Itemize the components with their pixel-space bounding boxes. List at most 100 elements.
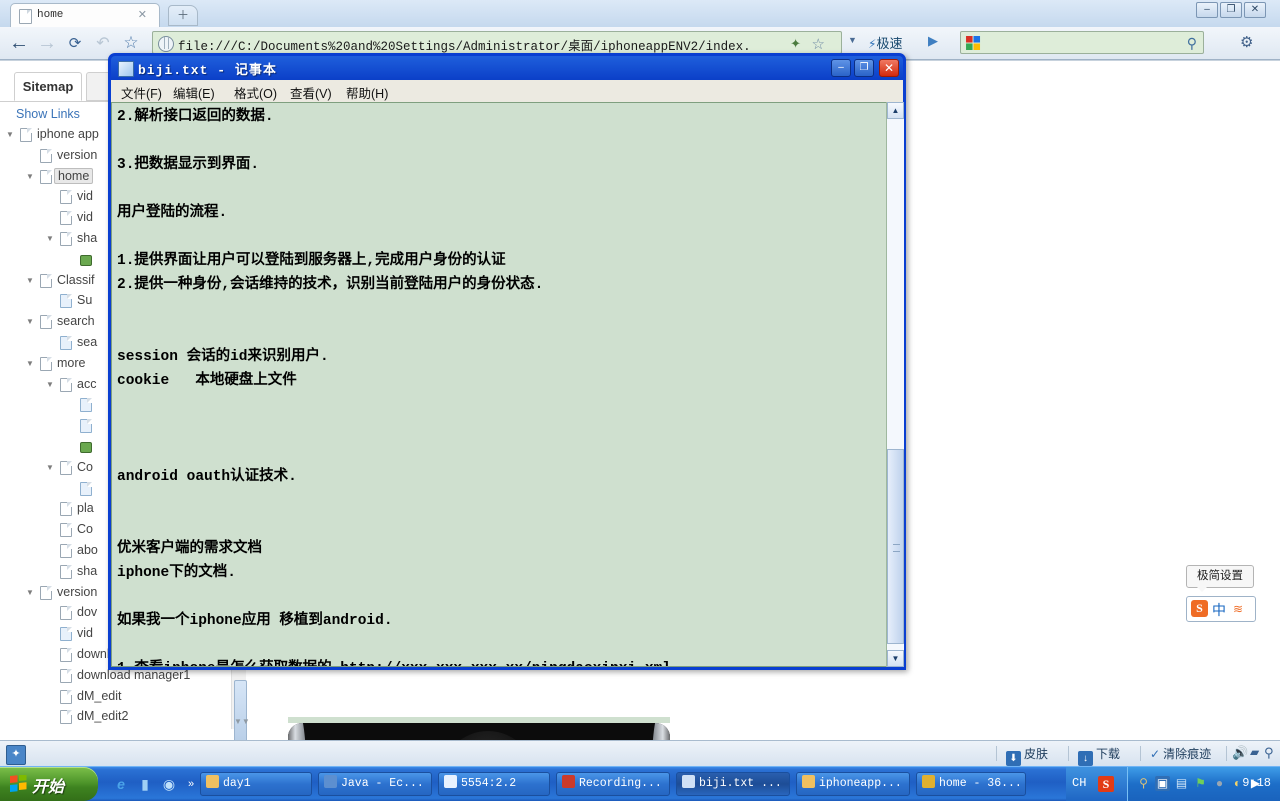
sitemap-tree-item[interactable]: dM_edit [0,687,248,708]
notepad-menu-bar: 文件(F) 编辑(E) 格式(O) 查看(V) 帮助(H) [111,80,903,103]
tree-twisty-icon[interactable]: ▼ [46,380,55,389]
page-icon [40,148,52,163]
tree-item-label: Co [77,459,93,474]
page-icon [40,585,52,600]
taskbar-button-label: biji.txt ... [699,777,782,790]
menu-edit[interactable]: 编辑(E) [173,83,215,102]
sogou-mode-label[interactable]: 中 [1212,600,1226,620]
server-icon [80,441,92,453]
notepad-window[interactable]: biji.txt - 记事本 – ❐ ✕ 文件(F) 编辑(E) 格式(O) 查… [108,53,906,670]
tree-twisty-icon[interactable]: ▼ [6,130,15,139]
tree-twisty-icon[interactable]: ▼ [26,317,35,326]
address-bar[interactable]: file:///C:/Documents%20and%20Settings/Ad… [152,31,842,54]
back-button[interactable]: ← [8,33,30,53]
tree-item-label: search [57,314,95,329]
scroll-down-icon[interactable]: ▼ [887,650,904,667]
notepad-maximize-button[interactable]: ❐ [854,59,874,77]
window-minimize-button[interactable]: – [1196,2,1218,18]
menu-format[interactable]: 格式(O) [234,83,277,102]
window-close-button[interactable]: ✕ [1244,2,1266,18]
forward-button[interactable]: → [36,33,58,53]
reload-button[interactable]: ⟳ [64,34,86,54]
page-icon [60,377,72,392]
home-button[interactable]: ↶ [92,34,114,54]
tree-item-label: Co [77,522,93,537]
app-icon[interactable]: ◉ [160,775,178,793]
tray-key-icon[interactable]: ⚲ [1136,776,1151,791]
tree-twisty-icon[interactable]: ▼ [26,276,35,285]
window-maximize-button[interactable]: ❐ [1220,2,1242,18]
chevron-down-icon[interactable]: ▼ [848,35,857,45]
sitemap-tree-item[interactable]: dM_edit2 [0,707,248,728]
status-separator [1068,746,1069,761]
ie-icon[interactable]: e [112,775,130,793]
notepad-scrollbar[interactable]: ▲ ▼ [886,102,904,667]
browser-tab-home[interactable]: home ✕ [10,3,160,27]
puzzle-icon[interactable]: ✦ [790,36,801,52]
language-bar[interactable]: CH S [1066,767,1128,801]
zoom-icon[interactable]: ⚲ [1264,745,1274,761]
show-links-link[interactable]: Show Links [16,107,80,121]
tray-shortcut-icon[interactable]: ▣ [1155,776,1170,791]
tray-audio-icon[interactable]: ● [1212,776,1227,791]
menu-view[interactable]: 查看(V) [290,83,332,102]
status-left-icon[interactable]: ✦ [6,745,26,765]
page-icon [60,627,72,642]
page-icon [60,710,72,725]
notepad-close-button[interactable]: ✕ [879,59,899,77]
sogou-tray-icon[interactable]: S [1098,776,1114,792]
tree-item-label: vid [77,210,93,225]
address-star-icon[interactable]: ☆ [812,35,825,53]
panel-scroll-thumb[interactable] [234,680,247,742]
taskbar-button[interactable]: Java - Ec... [318,772,432,796]
new-tab-button[interactable]: ＋ [168,5,198,26]
tree-twisty-icon[interactable]: ▼ [26,172,35,181]
mute-icon[interactable]: 🔊 [1232,745,1248,761]
notepad-title-bar[interactable]: biji.txt - 记事本 – ❐ ✕ [111,56,903,80]
tree-twisty-icon[interactable]: ▼ [46,234,55,243]
skin-button[interactable]: ⬇ 皮肤 [1006,745,1048,766]
speed-mode-label: 极速 [876,36,903,51]
taskbar-clock[interactable]: 9:18 [1242,776,1271,790]
scroll-up-icon[interactable]: ▲ [887,102,904,119]
scroll-thumb[interactable] [887,449,904,644]
panel-scroll-down-icon[interactable]: ▼▼ [234,717,250,726]
tree-twisty-icon[interactable]: ▼ [46,463,55,472]
overflow-chevron-icon[interactable]: » [182,775,200,793]
sogou-logo-icon[interactable]: S [1191,600,1208,617]
taskbar-button[interactable]: Recording... [556,772,670,796]
bookmark-star-icon[interactable]: ☆ [120,33,142,53]
media-icon[interactable]: ▮ [136,775,154,793]
menu-help[interactable]: 帮助(H) [346,83,388,102]
taskbar-button[interactable]: 5554:2.2 [438,772,550,796]
globe-icon [158,36,174,52]
page-icon [60,190,72,205]
status-separator [1226,746,1227,761]
tray-update-icon[interactable]: ⚑ [1193,776,1208,791]
clear-traces-button[interactable]: ✓ 清除痕迹 [1150,745,1211,762]
go-button[interactable]: ▶ [928,33,938,49]
speed-mode-button[interactable]: ⚡极速 [868,33,902,52]
wrench-menu-icon[interactable]: ⚙ [1240,33,1253,51]
tree-twisty-icon[interactable]: ▼ [26,588,35,597]
sogou-wifi-icon[interactable]: ≋ [1233,602,1243,616]
taskbar-button[interactable]: day1 [200,772,312,796]
notepad-minimize-button[interactable]: – [831,59,851,77]
scroll-track[interactable] [887,119,904,650]
taskbar-button[interactable]: home - 36... [916,772,1026,796]
tray-document-icon[interactable]: ▤ [1174,776,1189,791]
tab-sitemap[interactable]: Sitemap [14,72,82,101]
taskbar-button[interactable]: biji.txt ... [676,772,790,796]
tab-close-icon[interactable]: ✕ [138,10,147,21]
search-icon[interactable]: ⚲ [1187,35,1197,52]
download-button[interactable]: ↓ 下载 [1078,745,1120,766]
sogou-ime-bar[interactable]: S 中 ≋ [1186,596,1256,622]
notepad-title: biji.txt - 记事本 [138,63,277,78]
start-button[interactable]: 开始 [0,767,98,801]
tree-twisty-icon[interactable]: ▼ [26,359,35,368]
screen-capture-icon[interactable]: ▰ [1250,745,1259,759]
notepad-text-area[interactable]: 2.解析接口返回的数据. 3.把数据显示到界面. 用户登陆的流程. 1.提供界面… [111,102,903,667]
taskbar-button[interactable]: iphoneapp... [796,772,910,796]
search-box[interactable]: ⚲ [960,31,1204,54]
menu-file[interactable]: 文件(F) [121,83,162,102]
